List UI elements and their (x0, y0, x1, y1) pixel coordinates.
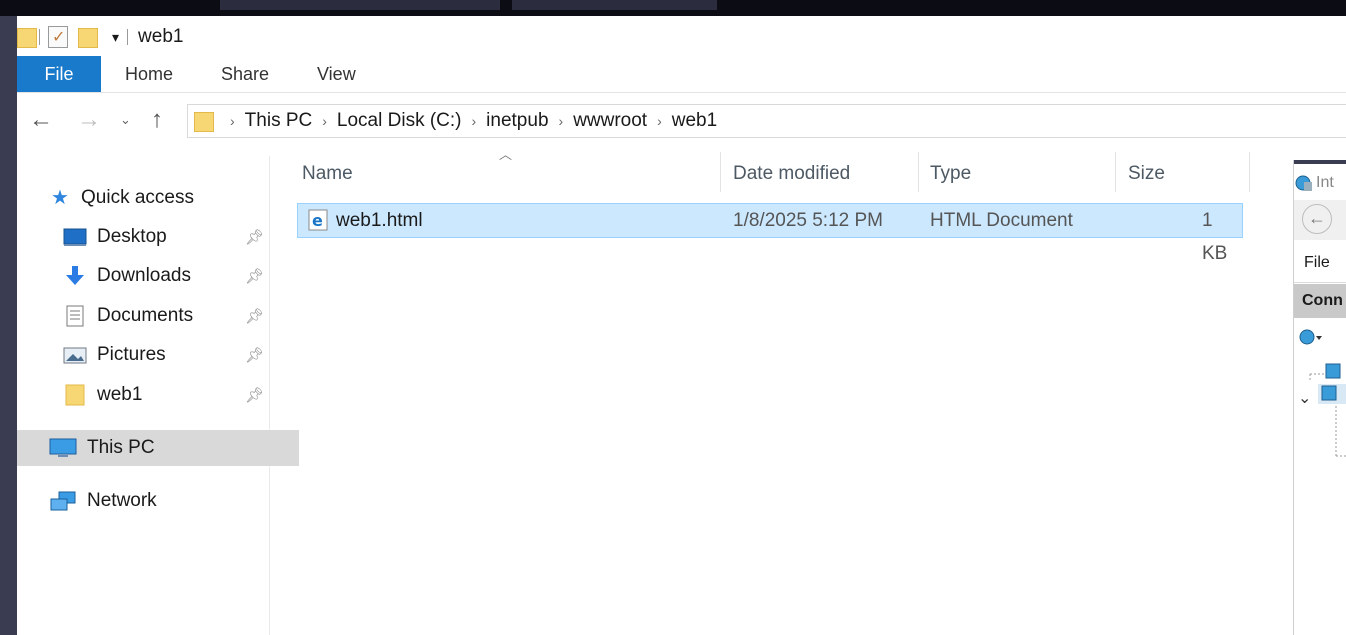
nav-this-pc[interactable]: This PC (17, 430, 299, 466)
column-header-size[interactable]: Size (1128, 154, 1165, 194)
tab-view[interactable]: View (317, 56, 356, 92)
star-icon: ★ (51, 187, 69, 209)
iis-manager-window-partial: Int ← File Conn ⌄ (1293, 160, 1346, 635)
pictures-icon (63, 344, 87, 366)
address-bar[interactable]: › This PC › Local Disk (C:) › inetpub › … (187, 104, 1346, 138)
sort-ascending-chevron-icon: ︿ (499, 147, 513, 162)
column-header-type[interactable]: Type (930, 154, 971, 194)
breadcrumb-wwwroot[interactable]: wwwroot (573, 110, 647, 132)
file-row[interactable]: e web1.html 1/8/2025 5:12 PM HTML Docume… (297, 203, 1243, 264)
breadcrumb-separator-icon[interactable]: › (657, 113, 662, 129)
breadcrumb-separator-icon[interactable]: › (559, 113, 564, 129)
pin-icon[interactable]: 📌︎ (245, 346, 264, 364)
tab-share[interactable]: Share (221, 56, 269, 92)
svg-text:e: e (312, 211, 323, 230)
properties-checkmark-icon[interactable] (48, 26, 68, 48)
iis-title: Int (1316, 174, 1334, 191)
tab-file[interactable]: File (17, 56, 101, 92)
pin-icon[interactable]: 📌︎ (245, 307, 264, 325)
qat-separator (39, 29, 40, 45)
nav-downloads[interactable]: Downloads 📌︎ (17, 258, 313, 294)
title-bar: ▾ web1 (17, 16, 1346, 56)
iis-menu-bar: File (1294, 246, 1346, 283)
tab-home[interactable]: Home (125, 56, 173, 92)
pin-icon[interactable]: 📌︎ (245, 228, 264, 246)
up-arrow-icon[interactable]: ↑ (151, 106, 163, 134)
nav-quick-access[interactable]: ★ Quick access (17, 180, 301, 216)
column-divider[interactable] (720, 152, 721, 192)
qat-separator (127, 29, 129, 45)
ribbon-tabs: File Home Share View (17, 56, 1346, 93)
column-divider[interactable] (918, 152, 919, 192)
folder-icon (194, 110, 214, 132)
back-arrow-icon[interactable]: ← (29, 106, 53, 134)
ie-html-icon: e (308, 204, 330, 237)
breadcrumb-separator-icon[interactable]: › (472, 113, 477, 129)
column-divider[interactable] (1249, 152, 1250, 192)
iis-menu-file[interactable]: File (1304, 254, 1330, 272)
breadcrumb-separator-icon[interactable]: › (230, 113, 235, 129)
file-type: HTML Document (930, 210, 1073, 231)
iis-title-bar: Int (1294, 174, 1334, 192)
forward-arrow-icon[interactable]: → (77, 106, 101, 134)
iis-connections-header: Conn (1294, 284, 1346, 318)
taskbar-segment (512, 0, 717, 10)
folder-icon (17, 26, 37, 48)
download-icon (63, 265, 87, 287)
iis-tree-expand-chevron-icon[interactable]: ⌄ (1298, 388, 1311, 408)
iis-globe-icon (1295, 175, 1312, 191)
breadcrumb-inetpub[interactable]: inetpub (486, 110, 548, 132)
desktop-icon (63, 226, 87, 248)
window-title: web1 (138, 26, 184, 47)
network-icon (49, 490, 77, 512)
file-name[interactable]: web1.html (336, 204, 423, 237)
pin-icon[interactable]: 📌︎ (245, 386, 264, 404)
column-header-date-modified[interactable]: Date modified (733, 154, 850, 194)
iis-connections-label: Conn (1302, 292, 1343, 309)
iis-window-border (1294, 160, 1346, 164)
column-divider[interactable] (1115, 152, 1116, 192)
address-row: ← → ⌄ ↑ › This PC › Local Disk (C:) › in… (17, 102, 1346, 140)
computer-icon (49, 437, 77, 459)
taskbar-segment (220, 0, 500, 10)
iis-address-row: ← (1294, 200, 1346, 240)
iis-back-arrow-icon[interactable]: ← (1302, 204, 1332, 234)
breadcrumb-separator-icon[interactable]: › (322, 113, 327, 129)
new-folder-icon[interactable] (78, 26, 98, 48)
file-date-modified: 1/8/2025 5:12 PM (733, 210, 883, 231)
file-explorer-window: ▾ web1 File Home Share View ← → ⌄ ↑ › Th… (17, 16, 1346, 635)
customize-toolbar-chevron-icon[interactable]: ▾ (112, 29, 119, 46)
documents-icon (63, 305, 87, 327)
iis-connect-globe-icon[interactable] (1298, 328, 1324, 348)
breadcrumb-local-disk[interactable]: Local Disk (C:) (337, 110, 462, 132)
nav-web1[interactable]: web1 📌︎ (17, 377, 313, 413)
nav-desktop[interactable]: Desktop 📌︎ (17, 219, 313, 255)
navigation-pane: ★ Quick access Desktop 📌︎ Downloads 📌︎ D… (17, 156, 299, 635)
iis-connections-toolbar (1298, 328, 1324, 348)
iis-tree: ⌄ (1298, 360, 1346, 465)
iis-tree-lines (1309, 363, 1346, 457)
breadcrumb-this-pc[interactable]: This PC (245, 110, 313, 132)
file-size: 1 KB (1202, 210, 1228, 264)
recent-locations-chevron-icon[interactable]: ⌄ (120, 112, 131, 128)
column-header-name[interactable]: Name (302, 154, 353, 194)
nav-documents[interactable]: Documents 📌︎ (17, 298, 313, 334)
nav-network[interactable]: Network (17, 483, 299, 519)
folder-icon (63, 384, 87, 406)
nav-pictures[interactable]: Pictures 📌︎ (17, 337, 313, 373)
breadcrumb: › This PC › Local Disk (C:) › inetpub › … (220, 110, 717, 132)
desktop-top-strip (0, 0, 1346, 16)
quick-access-toolbar: ▾ web1 (17, 24, 183, 50)
breadcrumb-web1[interactable]: web1 (672, 110, 717, 132)
pin-icon[interactable]: 📌︎ (245, 267, 264, 285)
